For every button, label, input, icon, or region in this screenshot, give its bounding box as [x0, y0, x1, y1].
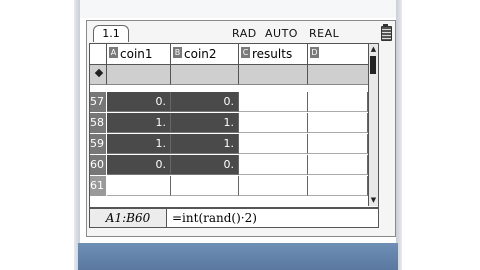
cell-d59[interactable] — [308, 134, 368, 154]
cell-a59[interactable]: 1. — [107, 134, 171, 154]
cell-b60[interactable]: 0. — [171, 155, 239, 175]
column-header-b[interactable]: B coin2 — [171, 44, 239, 65]
angle-mode-status: RAD — [232, 27, 257, 40]
bezel-edge-left — [74, 0, 80, 270]
device-bezel-right — [398, 0, 480, 270]
row-number[interactable]: 61 — [90, 176, 106, 196]
row-gap — [90, 85, 365, 92]
column-letter-d: D — [310, 47, 319, 58]
column-letter-b: B — [173, 47, 182, 58]
bezel-edge-right — [396, 0, 402, 270]
row-number[interactable]: 58 — [90, 113, 106, 133]
formula-input[interactable]: =int(rand()·2) — [172, 209, 257, 227]
formula-row-corner — [90, 65, 107, 85]
column-header-c[interactable]: C results — [239, 44, 308, 65]
spreadsheet-grid: A coin1 B coin2 C results D 57 0. 0. 58 — [89, 43, 379, 221]
cell-d57[interactable] — [308, 92, 368, 112]
formula-cell-c[interactable] — [239, 65, 308, 85]
cell-c57[interactable] — [239, 92, 308, 112]
cell-a58[interactable]: 1. — [107, 113, 171, 133]
cell-d58[interactable] — [308, 113, 368, 133]
top-band — [78, 0, 398, 18]
cell-a60[interactable]: 0. — [107, 155, 171, 175]
cell-d61[interactable] — [308, 176, 368, 196]
scroll-down-icon[interactable]: ▼ — [369, 196, 378, 205]
selected-range-label: A1:B60 — [90, 209, 167, 227]
scroll-thumb[interactable] — [370, 56, 376, 74]
column-letter-c: C — [241, 47, 250, 58]
cell-b58[interactable]: 1. — [171, 113, 239, 133]
column-header-a[interactable]: A coin1 — [107, 44, 171, 65]
scroll-up-icon[interactable]: ▲ — [369, 45, 378, 54]
formula-cell-b[interactable] — [171, 65, 239, 85]
cell-d60[interactable] — [308, 155, 368, 175]
cell-c61[interactable] — [239, 176, 308, 196]
cell-c58[interactable] — [239, 113, 308, 133]
row-number[interactable]: 57 — [90, 92, 106, 112]
number-format-status: REAL — [309, 27, 340, 40]
entry-line[interactable]: A1:B60 =int(rand()·2) — [89, 208, 379, 228]
device-bezel-left — [0, 0, 78, 270]
formula-cell-a[interactable] — [107, 65, 171, 85]
cell-b57[interactable]: 0. — [171, 92, 239, 112]
cell-a61[interactable] — [107, 176, 171, 196]
page-tab[interactable]: 1.1 — [93, 25, 129, 42]
bottom-band — [78, 243, 398, 270]
cell-b61[interactable] — [171, 176, 239, 196]
calc-mode-status: AUTO — [265, 27, 298, 40]
cell-c60[interactable] — [239, 155, 308, 175]
column-letter-a: A — [109, 47, 118, 58]
formula-cell-d[interactable] — [308, 65, 369, 85]
calculator-screen: 1.1 RAD AUTO REAL A coin1 B coin2 C resu… — [86, 20, 396, 237]
row-number[interactable]: 59 — [90, 134, 106, 154]
column-name-b: coin2 — [184, 47, 217, 61]
cell-b59[interactable]: 1. — [171, 134, 239, 154]
battery-icon — [381, 26, 392, 41]
column-header-d[interactable]: D — [308, 44, 369, 65]
column-name-c: results — [252, 47, 293, 61]
cell-a57[interactable]: 0. — [107, 92, 171, 112]
cell-c59[interactable] — [239, 134, 308, 154]
vertical-scrollbar[interactable]: ▲ ▼ — [368, 44, 378, 206]
column-name-a: coin1 — [120, 47, 153, 61]
diamond-icon — [94, 68, 104, 78]
row-number[interactable]: 60 — [90, 155, 106, 175]
corner-cell — [90, 44, 107, 65]
